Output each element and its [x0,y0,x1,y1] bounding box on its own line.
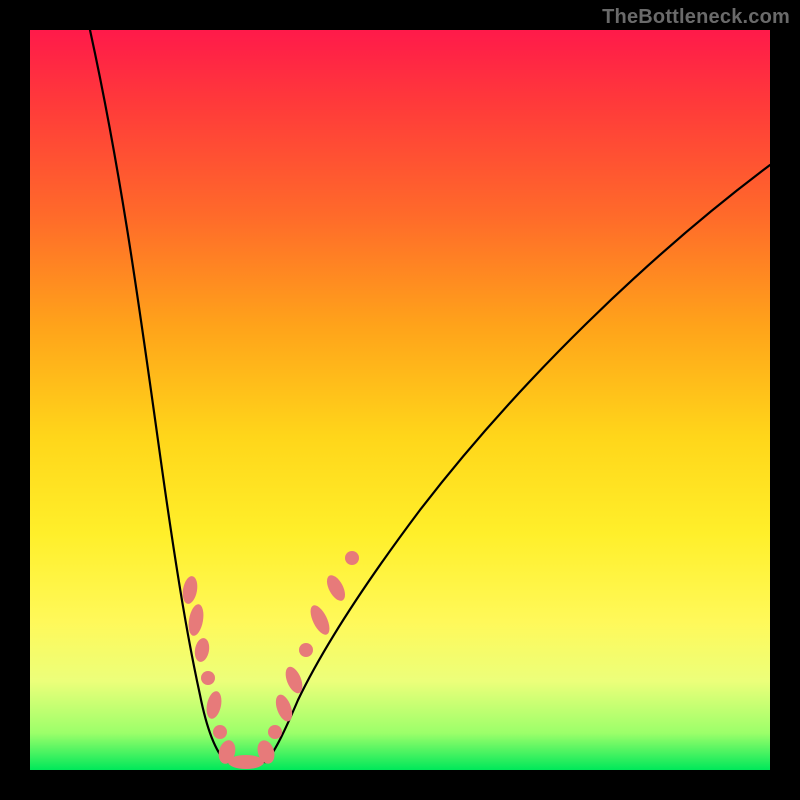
bead [323,572,349,603]
bead [181,575,200,605]
bead [193,637,211,663]
watermark-text: TheBottleneck.com [602,6,790,29]
bead [307,603,334,638]
curve-svg [30,30,770,770]
bead-group [181,551,359,769]
bead [273,692,296,723]
curve-right-arm [266,165,770,762]
chart-frame: TheBottleneck.com [0,0,800,800]
bead [268,725,282,739]
bead [345,551,359,565]
bead [213,725,227,739]
bead [204,690,224,720]
bead [299,643,313,657]
bead [228,755,264,769]
bead [201,671,215,685]
plot-area [30,30,770,770]
bead [186,603,205,637]
